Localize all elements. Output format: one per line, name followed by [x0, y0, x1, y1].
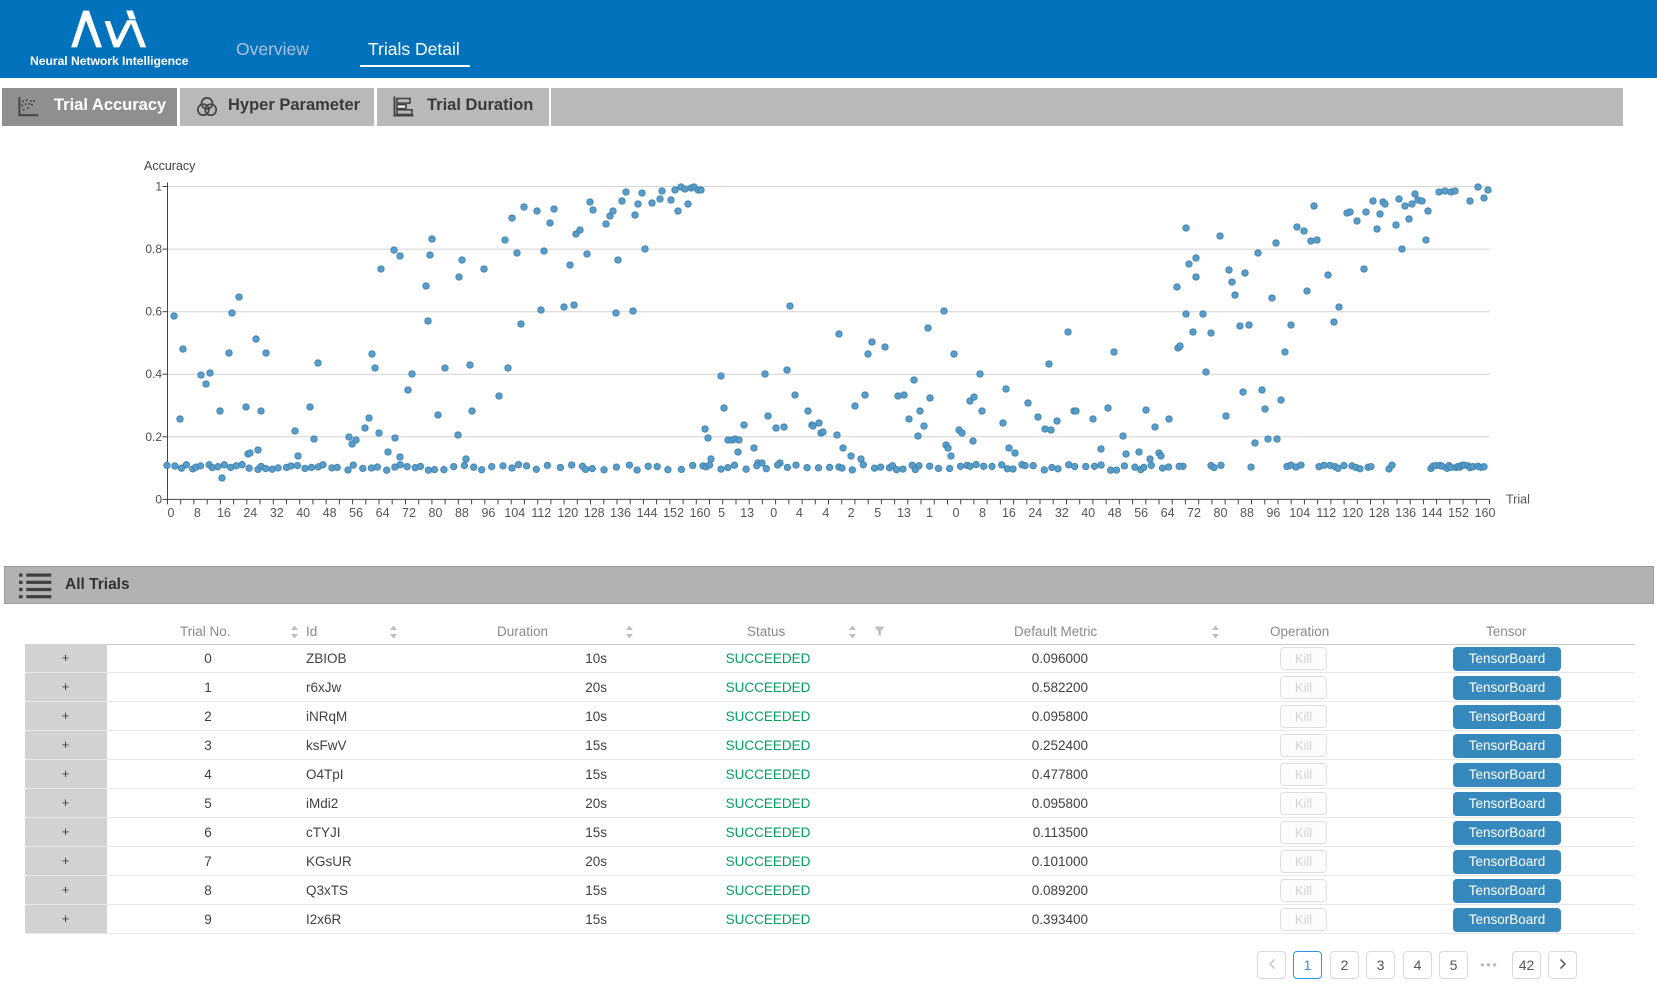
svg-text:96: 96	[481, 506, 495, 520]
svg-text:4: 4	[822, 506, 829, 520]
svg-text:80: 80	[1214, 506, 1228, 520]
svg-text:24: 24	[1028, 506, 1042, 520]
svg-text:5: 5	[874, 506, 881, 520]
svg-text:56: 56	[349, 506, 363, 520]
svg-text:80: 80	[429, 506, 443, 520]
svg-text:40: 40	[296, 506, 310, 520]
svg-text:56: 56	[1134, 506, 1148, 520]
svg-text:2: 2	[848, 506, 855, 520]
svg-text:Accuracy: Accuracy	[144, 159, 196, 173]
svg-text:13: 13	[740, 506, 754, 520]
svg-text:32: 32	[1055, 506, 1069, 520]
svg-text:64: 64	[1161, 506, 1175, 520]
svg-text:96: 96	[1266, 506, 1280, 520]
svg-text:24: 24	[243, 506, 257, 520]
svg-text:104: 104	[1289, 506, 1310, 520]
svg-text:144: 144	[637, 506, 658, 520]
svg-text:72: 72	[402, 506, 416, 520]
svg-text:8: 8	[194, 506, 201, 520]
svg-text:13: 13	[897, 506, 911, 520]
svg-text:1: 1	[155, 180, 162, 194]
svg-text:4: 4	[796, 506, 803, 520]
svg-text:0: 0	[168, 506, 175, 520]
svg-text:120: 120	[557, 506, 578, 520]
svg-text:112: 112	[1316, 506, 1336, 520]
svg-text:88: 88	[455, 506, 469, 520]
svg-text:0: 0	[953, 506, 960, 520]
svg-text:Trial: Trial	[1506, 492, 1530, 506]
svg-text:48: 48	[1108, 506, 1122, 520]
svg-text:88: 88	[1240, 506, 1254, 520]
svg-text:152: 152	[1448, 506, 1469, 520]
svg-text:160: 160	[690, 506, 711, 520]
svg-text:0.6: 0.6	[145, 305, 162, 319]
svg-text:5: 5	[718, 506, 725, 520]
svg-text:128: 128	[1369, 506, 1390, 520]
svg-text:104: 104	[504, 506, 525, 520]
svg-text:48: 48	[323, 506, 337, 520]
svg-text:8: 8	[979, 506, 986, 520]
svg-text:136: 136	[610, 506, 631, 520]
svg-text:1: 1	[926, 506, 933, 520]
svg-text:136: 136	[1395, 506, 1416, 520]
svg-text:64: 64	[376, 506, 390, 520]
svg-text:0: 0	[770, 506, 777, 520]
svg-text:128: 128	[584, 506, 605, 520]
svg-text:32: 32	[270, 506, 284, 520]
svg-text:152: 152	[663, 506, 684, 520]
svg-text:16: 16	[217, 506, 231, 520]
svg-text:0.2: 0.2	[145, 430, 162, 444]
svg-text:160: 160	[1475, 506, 1496, 520]
svg-text:112: 112	[531, 506, 551, 520]
svg-text:144: 144	[1422, 506, 1443, 520]
svg-text:16: 16	[1002, 506, 1016, 520]
svg-text:40: 40	[1081, 506, 1095, 520]
svg-text:0.8: 0.8	[145, 242, 162, 256]
svg-text:120: 120	[1342, 506, 1363, 520]
svg-text:0.4: 0.4	[145, 367, 162, 381]
svg-text:72: 72	[1187, 506, 1201, 520]
svg-text:0: 0	[155, 492, 162, 506]
